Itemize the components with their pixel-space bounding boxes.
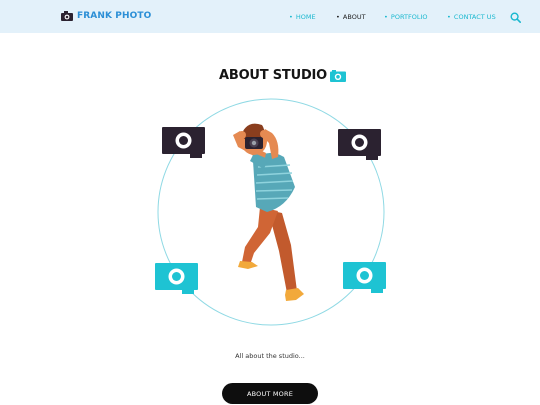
camera-icon (343, 262, 386, 293)
about-more-button[interactable]: ABOUT MORE (222, 383, 318, 404)
nav-item-about[interactable]: • ABOUT (336, 13, 366, 21)
photographer-figure (233, 123, 304, 301)
about-caption: All about the studio... (235, 352, 305, 360)
nav-bullet: • (447, 13, 451, 21)
nav-item-home[interactable]: • HOME (289, 13, 316, 21)
nav-bullet: • (289, 13, 293, 21)
nav-item-label: CONTACT US (453, 13, 496, 21)
nav-item-label: PORTFOLIO (390, 13, 428, 21)
page-title: ABOUT STUDIO (219, 68, 347, 83)
top-navigation-bar: FRANK PHOTO • HOME • ABOUT • PORTFOLIO •… (0, 0, 540, 33)
photographer-illustration (155, 98, 386, 326)
main-nav: • HOME • ABOUT • PORTFOLIO • CONTACT US (0, 13, 540, 23)
search-icon[interactable] (510, 12, 521, 23)
camera-icon (338, 129, 381, 160)
nav-item-portfolio[interactable]: • PORTFOLIO (384, 13, 427, 21)
nav-bullet: • (384, 13, 388, 21)
nav-item-contact-us[interactable]: • CONTACT US (447, 13, 496, 21)
nav-bullet: • (336, 13, 340, 21)
camera-icon (330, 69, 347, 82)
camera-icon (155, 263, 198, 294)
nav-item-label: ABOUT (342, 13, 366, 21)
page-title-text: ABOUT STUDIO (219, 68, 328, 83)
nav-item-label: HOME (295, 13, 316, 21)
camera-icon (162, 127, 205, 158)
